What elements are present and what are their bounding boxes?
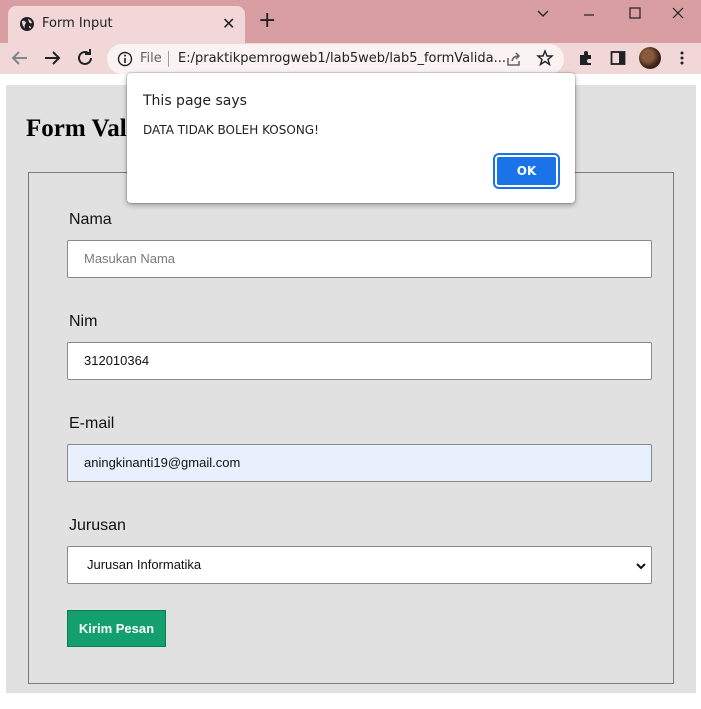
- jurusan-select[interactable]: Jurusan Informatika: [67, 546, 652, 584]
- nama-label: Nama: [69, 211, 112, 228]
- star-icon[interactable]: [536, 49, 554, 67]
- avatar[interactable]: [639, 47, 661, 69]
- extensions-icon[interactable]: [577, 49, 595, 67]
- globe-icon: [20, 17, 34, 31]
- maximize-icon[interactable]: [612, 4, 658, 26]
- omnibox-separator: [168, 51, 169, 67]
- email-label: E-mail: [69, 415, 115, 432]
- omnibox-url[interactable]: E:/praktikpemrogweb1/lab5web/lab5_formVa…: [178, 51, 506, 66]
- tab-form-input[interactable]: Form Input ✕: [8, 6, 245, 43]
- tab-search-icon[interactable]: [520, 4, 566, 26]
- browser-toolbar: File E:/praktikpemrogweb1/lab5web/lab5_f…: [0, 43, 701, 74]
- back-icon[interactable]: [9, 47, 31, 69]
- side-panel-icon[interactable]: [609, 49, 627, 67]
- form-fieldset: Nama Masukan Nama Nim 312010364 E-mail a…: [28, 172, 674, 684]
- ok-button[interactable]: OK: [495, 155, 558, 187]
- jurusan-selected-value: Jurusan Informatika: [87, 557, 202, 572]
- info-icon[interactable]: [117, 51, 133, 67]
- minimize-icon[interactable]: [566, 4, 612, 26]
- menu-icon[interactable]: [673, 49, 691, 67]
- omnibox-scheme: File: [140, 51, 162, 66]
- share-icon[interactable]: [505, 50, 523, 68]
- tab-title: Form Input: [42, 16, 113, 31]
- jurusan-label: Jurusan: [69, 517, 126, 534]
- dialog-title: This page says: [143, 93, 247, 109]
- alert-dialog: This page says DATA TIDAK BOLEH KOSONG! …: [127, 73, 575, 203]
- kirim-pesan-button[interactable]: Kirim Pesan: [67, 610, 166, 647]
- dialog-message: DATA TIDAK BOLEH KOSONG!: [143, 123, 319, 137]
- nim-label: Nim: [69, 313, 98, 330]
- forward-icon[interactable]: [41, 47, 63, 69]
- address-bar[interactable]: File E:/praktikpemrogweb1/lab5web/lab5_f…: [107, 44, 564, 74]
- nim-input[interactable]: 312010364: [67, 342, 652, 380]
- tab-close-icon[interactable]: ✕: [222, 16, 235, 32]
- tab-strip: Form Input ✕ +: [0, 0, 701, 43]
- email-input[interactable]: aningkinanti19@gmail.com: [67, 444, 652, 482]
- reload-icon[interactable]: [74, 47, 96, 69]
- chevron-down-icon: [636, 563, 646, 570]
- new-tab-button[interactable]: +: [258, 10, 276, 32]
- nama-input[interactable]: Masukan Nama: [67, 240, 652, 278]
- close-window-icon[interactable]: [655, 4, 701, 26]
